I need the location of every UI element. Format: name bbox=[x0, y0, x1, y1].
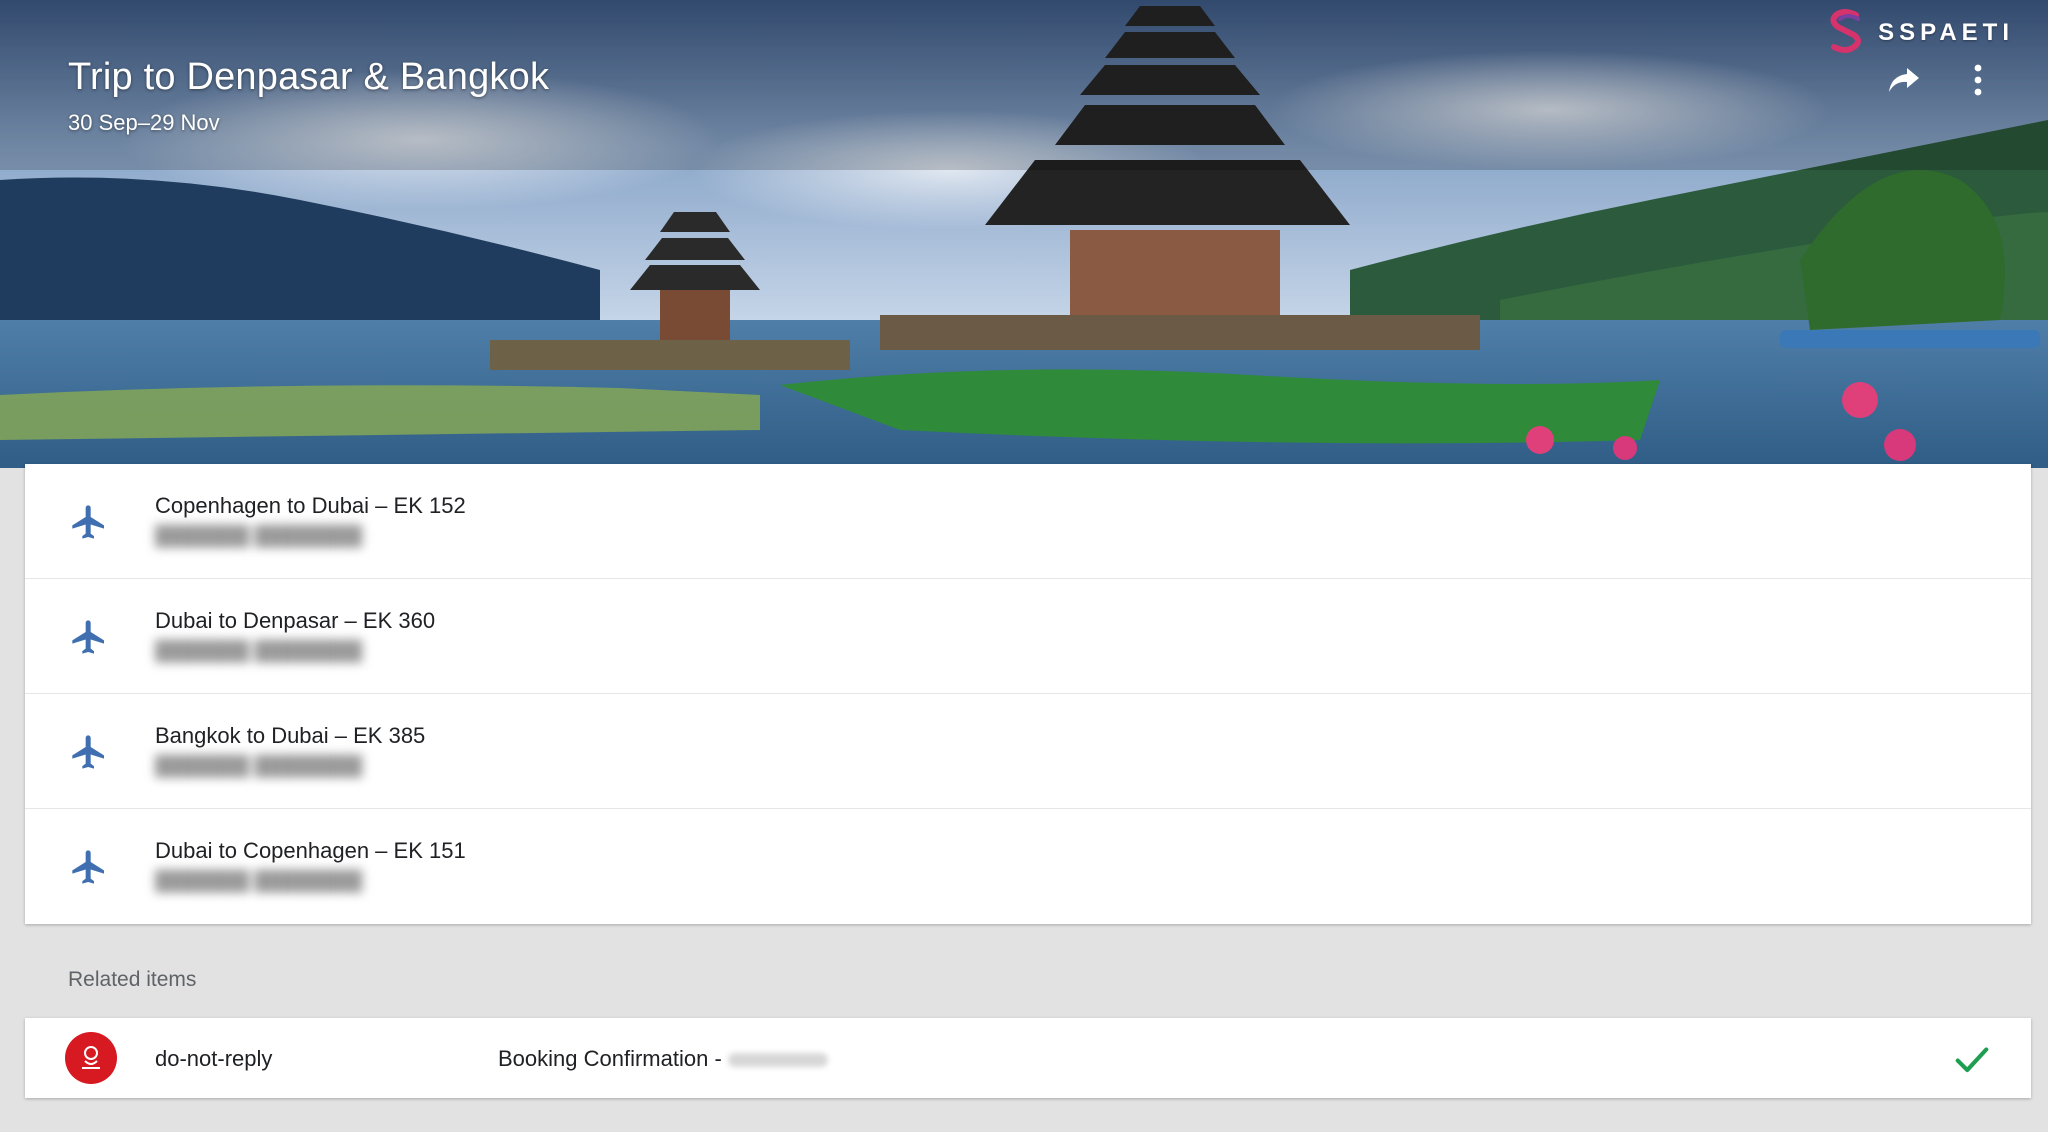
flight-details-redacted: ███████ ████████ bbox=[155, 871, 363, 892]
flight-title: Dubai to Copenhagen – EK 151 bbox=[155, 838, 466, 863]
flight-details-redacted: ███████ ████████ bbox=[155, 641, 363, 662]
airplane-icon bbox=[72, 505, 104, 539]
flight-title: Bangkok to Dubai – EK 385 bbox=[155, 723, 426, 748]
flight-item[interactable]: Bangkok to Dubai – EK 385 ███████ ██████… bbox=[25, 694, 2031, 809]
airplane-icon bbox=[72, 735, 104, 769]
email-subject-text: Booking Confirmation - bbox=[498, 1046, 722, 1071]
brand-s-logo-icon bbox=[1824, 7, 1868, 60]
flights-list: Copenhagen to Dubai – EK 152 ███████ ███… bbox=[25, 464, 2031, 924]
email-sender: do-not-reply bbox=[155, 1046, 273, 1071]
brand-watermark: SSPAETI bbox=[1824, 8, 2014, 58]
airplane-icon bbox=[72, 620, 104, 654]
email-subject: Booking Confirmation - bbox=[498, 1046, 828, 1072]
flight-title: Copenhagen to Dubai – EK 152 bbox=[155, 493, 466, 518]
brand-name: SSPAETI bbox=[1878, 19, 2014, 46]
header-actions bbox=[1884, 60, 1998, 100]
flight-title: Dubai to Denpasar – EK 360 bbox=[155, 608, 436, 633]
more-vert-icon bbox=[1974, 64, 1982, 96]
flight-item[interactable]: Dubai to Denpasar – EK 360 ███████ █████… bbox=[25, 579, 2031, 694]
sender-avatar bbox=[65, 1032, 117, 1084]
email-subject-redacted bbox=[727, 1053, 828, 1068]
trip-dates: 30 Sep–29 Nov bbox=[68, 110, 220, 135]
share-arrow-icon bbox=[1889, 68, 1919, 92]
related-items-heading: Related items bbox=[68, 968, 197, 991]
more-options-button[interactable] bbox=[1958, 60, 1998, 100]
related-email-item[interactable]: do-not-reply Booking Confirmation - bbox=[25, 1018, 2031, 1098]
flight-details-redacted: ███████ ████████ bbox=[155, 756, 363, 777]
flight-item[interactable]: Copenhagen to Dubai – EK 152 ███████ ███… bbox=[25, 464, 2031, 579]
airplane-icon bbox=[72, 850, 104, 884]
checkmark-icon bbox=[1955, 1047, 1989, 1073]
hero-banner: Trip to Denpasar & Bangkok 30 Sep–29 Nov… bbox=[0, 0, 2048, 468]
share-button[interactable] bbox=[1884, 60, 1924, 100]
flight-item[interactable]: Dubai to Copenhagen – EK 151 ███████ ███… bbox=[25, 809, 2031, 924]
trip-page: Trip to Denpasar & Bangkok 30 Sep–29 Nov… bbox=[0, 0, 2048, 1132]
trip-title: Trip to Denpasar & Bangkok bbox=[68, 56, 550, 98]
emirates-logo-icon bbox=[82, 1046, 100, 1069]
flight-details-redacted: ███████ ████████ bbox=[155, 526, 363, 547]
